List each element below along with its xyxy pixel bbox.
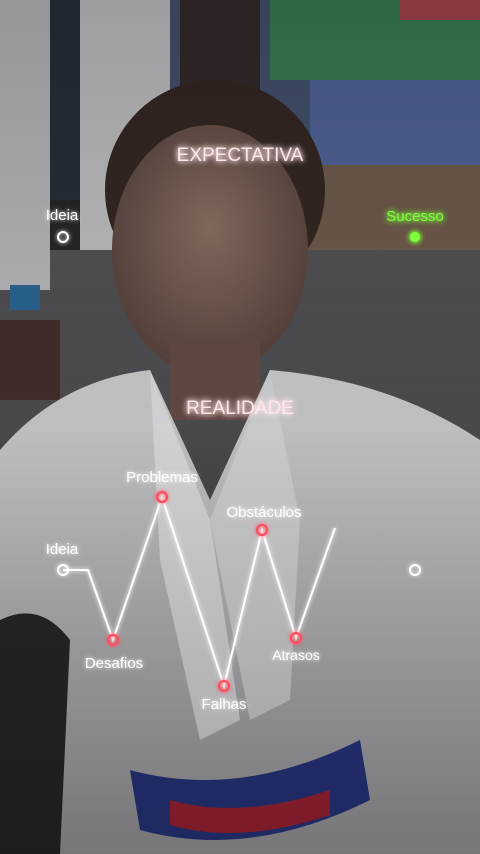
reality-start-label: Ideia — [46, 541, 79, 558]
label-problems: Problemas — [126, 469, 198, 486]
label-challenges: Desafios — [85, 655, 143, 672]
expectation-title: EXPECTATIVA — [177, 145, 304, 166]
reality-end-marker — [409, 564, 421, 576]
label-obstacles: Obstáculos — [226, 504, 301, 521]
story-frame: EXPECTATIVA Ideia Sucesso REALIDADE Idei… — [0, 0, 480, 854]
reality-title: REALIDADE — [186, 398, 294, 419]
expectation-end-marker — [410, 232, 420, 242]
label-failures: Falhas — [201, 696, 246, 713]
expectation-start-label: Ideia — [46, 207, 79, 224]
label-delays: Atrasos — [272, 647, 319, 663]
expectation-end-label: Sucesso — [386, 208, 444, 225]
expectation-vs-reality-graphic: EXPECTATIVA Ideia Sucesso REALIDADE Idei… — [46, 145, 444, 713]
